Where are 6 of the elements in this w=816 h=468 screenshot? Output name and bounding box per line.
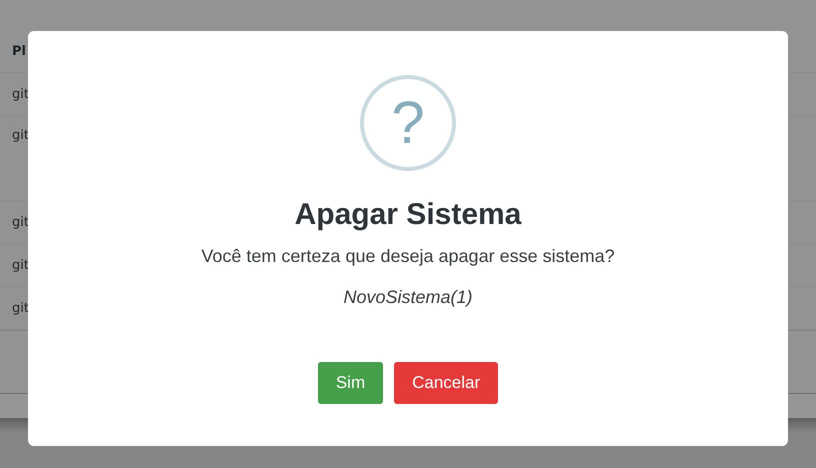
- dialog-title: Apagar Sistema: [294, 198, 522, 232]
- dialog-message: Você tem certeza que deseja apagar esse sistema?: [201, 246, 615, 267]
- confirm-button[interactable]: Sim: [318, 362, 384, 404]
- system-name: NovoSistema(1): [343, 287, 473, 308]
- cancel-button[interactable]: Cancelar: [394, 362, 498, 404]
- question-icon: ?: [360, 75, 456, 171]
